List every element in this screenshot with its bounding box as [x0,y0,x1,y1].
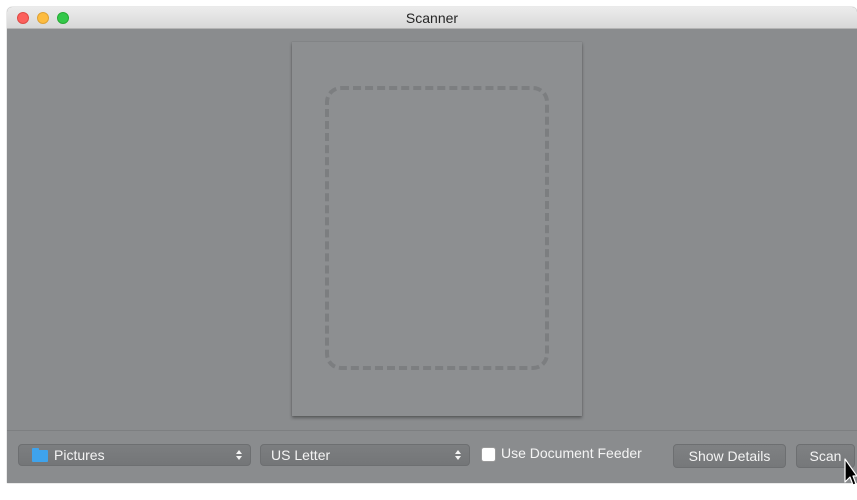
document-feeder-checkbox[interactable] [481,447,496,462]
title-bar: Scanner [7,7,857,29]
preview-area [7,30,857,430]
window-title: Scanner [405,10,459,26]
show-details-button[interactable]: Show Details [673,444,786,468]
document-feeder-label[interactable]: Use Document Feeder [501,445,642,461]
folder-icon [32,448,48,462]
destination-folder-popup[interactable]: Pictures [18,444,251,466]
scan-region-placeholder[interactable] [325,86,549,370]
mouse-pointer-icon [844,458,857,486]
paper-size-label: US Letter [271,447,331,463]
destination-folder-label: Pictures [54,447,105,463]
bottom-toolbar: Pictures US Letter Use Document Feeder S… [7,431,857,483]
page-preview [292,42,582,416]
paper-size-popup[interactable]: US Letter [260,444,470,466]
popup-arrows-icon [455,449,463,461]
scanner-window: Scanner Pictures US Letter Use Document … [7,7,857,483]
popup-arrows-icon [236,449,244,461]
